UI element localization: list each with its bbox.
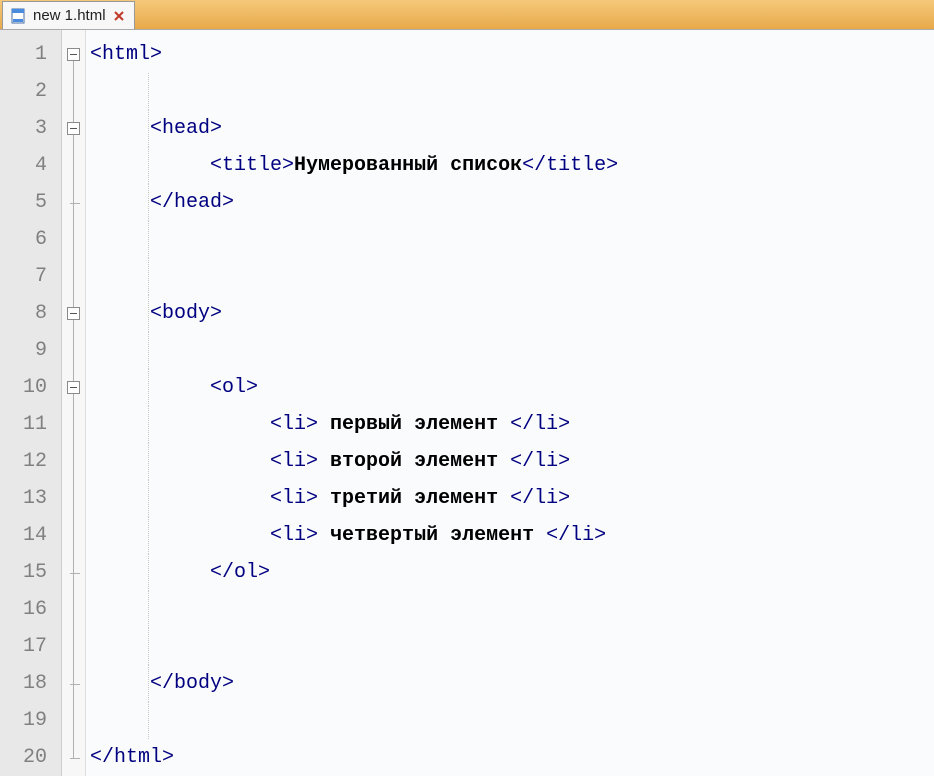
code-line xyxy=(90,702,934,739)
code-line: <li> второй элемент </li> xyxy=(90,443,934,480)
code-area[interactable]: <html> <head> <title>Нумерованный список… xyxy=(86,30,934,776)
file-tab[interactable]: new 1.html xyxy=(2,1,135,29)
fold-end-marker xyxy=(70,684,80,685)
text-content: третий элемент xyxy=(318,487,510,510)
line-number: 8 xyxy=(0,295,61,332)
html-tag: </title> xyxy=(522,154,618,177)
html-tag: <li> xyxy=(270,524,318,547)
html-tag: <li> xyxy=(270,450,318,473)
line-number: 4 xyxy=(0,147,61,184)
fold-end-marker xyxy=(70,573,80,574)
html-tag: <body> xyxy=(150,302,222,325)
line-number: 19 xyxy=(0,702,61,739)
code-line: </body> xyxy=(90,665,934,702)
line-number: 13 xyxy=(0,480,61,517)
code-line: </html> xyxy=(90,739,934,776)
line-number: 5 xyxy=(0,184,61,221)
html-tag: </html> xyxy=(90,746,174,769)
line-number: 7 xyxy=(0,258,61,295)
line-number: 18 xyxy=(0,665,61,702)
code-line xyxy=(90,628,934,665)
code-line xyxy=(90,73,934,110)
line-number: 9 xyxy=(0,332,61,369)
line-number: 15 xyxy=(0,554,61,591)
close-icon[interactable] xyxy=(112,9,126,23)
html-tag: <li> xyxy=(270,413,318,436)
html-tag: </body> xyxy=(150,672,234,695)
line-number: 1 xyxy=(0,36,61,73)
code-line: <html> xyxy=(90,36,934,73)
line-number: 16 xyxy=(0,591,61,628)
line-number: 17 xyxy=(0,628,61,665)
line-number-gutter: 1 2 3 4 5 6 7 8 9 10 11 12 13 14 15 16 1… xyxy=(0,30,62,776)
fold-end-marker xyxy=(70,203,80,204)
code-line xyxy=(90,332,934,369)
line-number: 14 xyxy=(0,517,61,554)
code-line xyxy=(90,591,934,628)
fold-guide xyxy=(73,48,74,758)
code-line: <ol> xyxy=(90,369,934,406)
html-tag: </head> xyxy=(150,191,234,214)
html-tag: </li> xyxy=(510,450,570,473)
text-content: четвертый элемент xyxy=(318,524,546,547)
code-line: <body> xyxy=(90,295,934,332)
html-tag: <head> xyxy=(150,117,222,140)
text-content: второй элемент xyxy=(318,450,510,473)
line-number: 2 xyxy=(0,73,61,110)
line-number: 11 xyxy=(0,406,61,443)
tab-bar: new 1.html xyxy=(0,0,934,30)
text-content: первый элемент xyxy=(318,413,510,436)
html-tag: </ol> xyxy=(210,561,270,584)
tab-title: new 1.html xyxy=(33,7,106,24)
html-tag: </li> xyxy=(546,524,606,547)
code-line: </head> xyxy=(90,184,934,221)
code-line xyxy=(90,221,934,258)
code-line: </ol> xyxy=(90,554,934,591)
line-number: 12 xyxy=(0,443,61,480)
html-tag: <li> xyxy=(270,487,318,510)
editor: 1 2 3 4 5 6 7 8 9 10 11 12 13 14 15 16 1… xyxy=(0,30,934,776)
fold-toggle[interactable] xyxy=(67,48,80,61)
code-line: <head> xyxy=(90,110,934,147)
text-content: Нумерованный список xyxy=(294,154,522,177)
html-tag: <ol> xyxy=(210,376,258,399)
fold-toggle[interactable] xyxy=(67,122,80,135)
line-number: 6 xyxy=(0,221,61,258)
fold-column xyxy=(62,30,86,776)
code-line: <li> первый элемент </li> xyxy=(90,406,934,443)
fold-toggle[interactable] xyxy=(67,307,80,320)
code-line xyxy=(90,258,934,295)
line-number: 20 xyxy=(0,739,61,776)
html-tag: <title> xyxy=(210,154,294,177)
fold-toggle[interactable] xyxy=(67,381,80,394)
html-tag: <html> xyxy=(90,43,162,66)
line-number: 10 xyxy=(0,369,61,406)
fold-end-marker xyxy=(70,758,80,759)
line-number: 3 xyxy=(0,110,61,147)
html-tag: </li> xyxy=(510,413,570,436)
code-line: <title>Нумерованный список</title> xyxy=(90,147,934,184)
file-icon xyxy=(11,8,27,24)
code-line: <li> четвертый элемент </li> xyxy=(90,517,934,554)
html-tag: </li> xyxy=(510,487,570,510)
code-line: <li> третий элемент </li> xyxy=(90,480,934,517)
